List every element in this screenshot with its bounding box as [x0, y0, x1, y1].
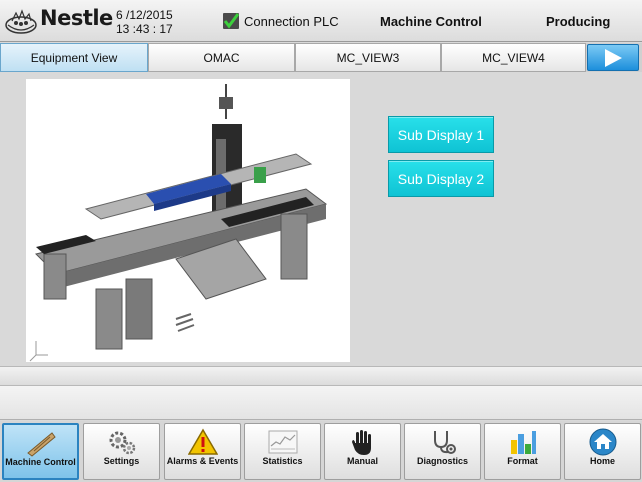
home-icon	[589, 428, 616, 456]
nav-alarms-events[interactable]: Alarms & Events	[164, 423, 241, 480]
tab-label: MC_VIEW3	[336, 50, 400, 65]
nav-statistics[interactable]: Statistics	[244, 423, 321, 480]
nav-home[interactable]: Home	[564, 423, 641, 480]
nav-diagnostics[interactable]: Diagnostics	[404, 423, 481, 480]
tab-mc-view4[interactable]: MC_VIEW4	[441, 43, 586, 72]
nav-label: Format	[507, 456, 538, 466]
nav-machine-control[interactable]: Machine Control	[2, 423, 79, 480]
tab-equipment-view[interactable]: Equipment View	[0, 43, 148, 72]
nav-label: Alarms & Events	[166, 456, 239, 466]
chart-icon	[268, 430, 297, 454]
date-display: 6 /12/2015	[116, 8, 173, 22]
machine-control-icon	[26, 432, 56, 457]
nav-label: Diagnostics	[416, 456, 468, 466]
button-label: Sub Display 2	[397, 170, 485, 187]
header-bar: Nestle 6 /12/2015 13 :43 : 17 Connection…	[0, 0, 642, 42]
nav-settings[interactable]: Settings	[83, 423, 160, 480]
nav-manual[interactable]: Manual	[324, 423, 401, 480]
page-title: Machine Control	[380, 14, 482, 29]
connection-check-icon	[223, 13, 240, 29]
equipment-image	[26, 79, 350, 362]
nest-bird-icon	[5, 9, 37, 34]
gears-icon	[109, 431, 135, 455]
message-bar	[0, 366, 642, 386]
nav-format[interactable]: Format	[484, 423, 561, 480]
next-tabs-button[interactable]	[587, 44, 639, 71]
tab-label: Equipment View	[30, 50, 118, 65]
sub-display-1-button[interactable]: Sub Display 1	[388, 116, 494, 153]
bottom-navigation: Machine Control Settings Alarms & Events…	[0, 421, 642, 482]
machine-status: Producing	[546, 14, 611, 29]
connection-status-label: Connection PLC	[244, 14, 339, 29]
sub-display-2-button[interactable]: Sub Display 2	[388, 160, 494, 197]
tab-mc-view3[interactable]: MC_VIEW3	[295, 43, 441, 72]
play-arrow-icon	[605, 48, 622, 67]
tab-label: MC_VIEW4	[482, 50, 545, 65]
stethoscope-icon	[433, 431, 456, 454]
tab-omac[interactable]: OMAC	[148, 43, 295, 72]
nav-label: Machine Control	[5, 457, 76, 467]
warning-icon	[187, 428, 218, 455]
info-bar	[0, 386, 642, 420]
time-display: 13 :43 : 17	[116, 22, 173, 36]
nav-label: Manual	[346, 456, 378, 466]
machine-illustration	[29, 84, 328, 362]
hand-icon	[351, 430, 371, 455]
tab-label: OMAC	[203, 50, 240, 65]
nav-label: Statistics	[262, 456, 303, 466]
nav-label: Home	[589, 456, 615, 466]
bar-chart-icon	[510, 431, 536, 454]
logo-wordmark: Nestle	[40, 6, 113, 30]
nestle-logo: Nestle	[4, 3, 113, 37]
view-tabs: Equipment View OMAC MC_VIEW3 MC_VIEW4	[0, 43, 642, 72]
nav-label: Settings	[103, 456, 140, 466]
button-label: Sub Display 1	[397, 126, 485, 143]
